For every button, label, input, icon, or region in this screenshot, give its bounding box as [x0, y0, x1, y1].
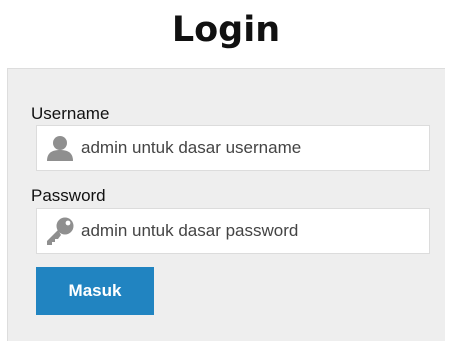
- username-field-box[interactable]: [36, 125, 430, 171]
- password-label: Password: [31, 186, 106, 205]
- page-title: Login: [171, 10, 281, 50]
- key-icon: [47, 217, 74, 245]
- user-icon: [47, 136, 73, 161]
- login-submit-button[interactable]: Masuk: [36, 267, 154, 315]
- username-label: Username: [31, 104, 110, 123]
- username-input[interactable]: [81, 126, 421, 170]
- password-input[interactable]: [81, 209, 421, 253]
- password-field-box[interactable]: [36, 208, 430, 254]
